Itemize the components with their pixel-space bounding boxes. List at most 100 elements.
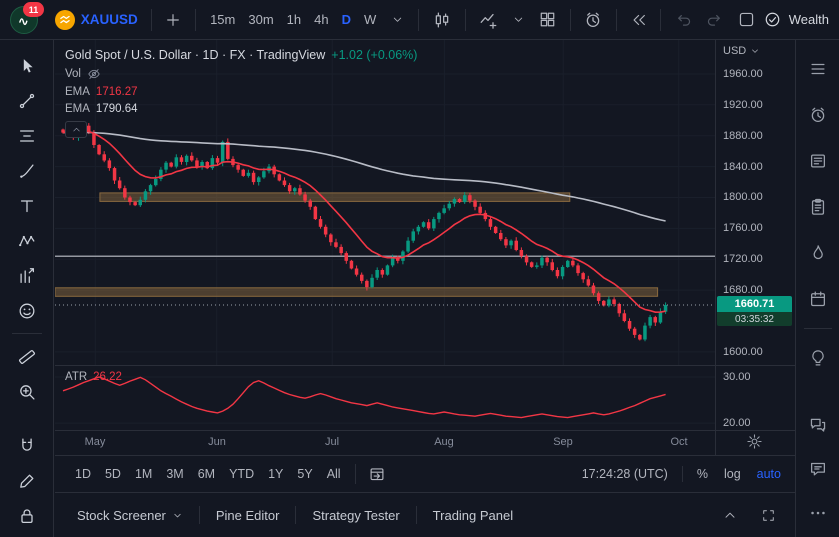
- zoom-icon: [17, 382, 37, 402]
- month-label: May: [85, 436, 106, 448]
- panel-collapse-button[interactable]: [717, 501, 743, 529]
- legend-collapse-button[interactable]: [65, 121, 87, 138]
- clock[interactable]: 17:24:28 (UTC): [582, 467, 668, 481]
- calendar-tool-button[interactable]: [800, 276, 836, 322]
- calendar-icon: [808, 289, 828, 309]
- emoji-icon: [17, 301, 37, 321]
- tab-label: Stock Screener: [77, 508, 166, 523]
- price-change: +1.02 (+0.06%): [331, 48, 417, 62]
- magnet-tool-button[interactable]: [9, 428, 45, 463]
- price-tick: 1600.00: [723, 346, 763, 358]
- broker-logo[interactable]: 11: [10, 6, 38, 33]
- watchlist-tool-button[interactable]: [800, 46, 836, 92]
- pattern-tool-button[interactable]: [9, 223, 45, 258]
- symbol-title[interactable]: Gold Spot / U.S. Dollar · 1D · FX · Trad…: [65, 48, 325, 62]
- brush-tool-button[interactable]: [9, 153, 45, 188]
- zoom-tool-button[interactable]: [9, 374, 45, 409]
- hotlists-tool-button[interactable]: [800, 230, 836, 276]
- scale-mode-auto[interactable]: auto: [757, 467, 781, 481]
- news-tool-button[interactable]: [800, 138, 836, 184]
- alerts-tool-button[interactable]: [800, 92, 836, 138]
- range-5y[interactable]: 5Y: [291, 464, 318, 484]
- symbol-button[interactable]: XAUUSD: [50, 6, 143, 34]
- undo-button[interactable]: [669, 6, 697, 34]
- layout-button[interactable]: [732, 6, 760, 34]
- alerts-icon: [808, 105, 828, 125]
- tab-pine-editor[interactable]: Pine Editor: [200, 493, 296, 537]
- grid-layout-button[interactable]: [533, 6, 561, 34]
- wealth-button[interactable]: Wealth: [763, 10, 829, 29]
- wealth-icon: [763, 10, 782, 29]
- chart-type-button[interactable]: [427, 6, 456, 34]
- more-tool-button[interactable]: [800, 491, 836, 535]
- ideas-tool-button[interactable]: [800, 335, 836, 381]
- timeframe-15m[interactable]: 15m: [204, 6, 241, 34]
- panel-maximize-button[interactable]: [755, 501, 781, 529]
- timeframe-w[interactable]: W: [358, 6, 382, 34]
- time-axis[interactable]: MayJunJulAugSepOct: [55, 430, 715, 456]
- range-3m[interactable]: 3M: [160, 464, 189, 484]
- range-1m[interactable]: 1M: [129, 464, 158, 484]
- tab-stock-screener[interactable]: Stock Screener: [61, 493, 199, 537]
- range-ytd[interactable]: YTD: [223, 464, 260, 484]
- add-symbol-button[interactable]: [160, 6, 187, 34]
- bar-replay-button[interactable]: [625, 6, 652, 34]
- chat-tool-button[interactable]: [800, 447, 836, 491]
- redo-button[interactable]: [700, 6, 728, 34]
- text-tool-button[interactable]: [9, 188, 45, 223]
- ruler-tool-button[interactable]: [9, 339, 45, 374]
- scale-mode-percent[interactable]: %: [697, 467, 708, 481]
- edit-icon: [17, 471, 37, 491]
- atr-pane[interactable]: [55, 365, 715, 433]
- data-window-tool-button[interactable]: [800, 184, 836, 230]
- emoji-tool-button[interactable]: [9, 293, 45, 328]
- timeframe-30m[interactable]: 30m: [242, 6, 279, 34]
- price-scale[interactable]: USD 1960.001920.001880.001840.001800.001…: [715, 40, 795, 455]
- fib-retracement-tool-button[interactable]: [9, 118, 45, 153]
- range-1y[interactable]: 1Y: [262, 464, 289, 484]
- drawing-toolbar: [0, 40, 54, 537]
- indicators-button[interactable]: [474, 6, 503, 34]
- lock-tool-button[interactable]: [9, 498, 45, 533]
- tab-strategy-tester[interactable]: Strategy Tester: [296, 493, 415, 537]
- atr-legend[interactable]: ATR 26.22: [65, 371, 122, 383]
- chart-legend: Gold Spot / U.S. Dollar · 1D · FX · Trad…: [65, 48, 417, 138]
- ema-fast-row[interactable]: EMA 1716.27: [65, 86, 417, 98]
- pattern-icon: [17, 231, 37, 251]
- symbol-logo-icon: [55, 10, 75, 30]
- trend-line-tool-button[interactable]: [9, 83, 45, 118]
- ema-fast-label: EMA: [65, 86, 90, 98]
- brush-icon: [17, 161, 37, 181]
- edit-tool-button[interactable]: [9, 463, 45, 498]
- tab-trading-panel[interactable]: Trading Panel: [417, 493, 529, 537]
- go-to-date-button[interactable]: [355, 464, 391, 484]
- range-6m[interactable]: 6M: [192, 464, 221, 484]
- cursor-tool-button[interactable]: [9, 48, 45, 83]
- wealth-label: Wealth: [789, 12, 829, 27]
- tradingview-app: 11 XAUUSD 15m30m1h4hDW Wealth: [0, 0, 839, 537]
- notification-badge: 11: [23, 2, 44, 17]
- create-alert-button[interactable]: [579, 6, 608, 34]
- timeframe-d[interactable]: D: [336, 6, 357, 34]
- scale-mode-log[interactable]: log: [724, 467, 741, 481]
- ruler-icon: [17, 347, 37, 367]
- settings-gear-button[interactable]: [746, 433, 763, 450]
- ema-slow-row[interactable]: EMA 1790.64: [65, 103, 417, 115]
- range-5d[interactable]: 5D: [99, 464, 127, 484]
- range-all[interactable]: All: [321, 464, 347, 484]
- forecast-tool-button[interactable]: [9, 258, 45, 293]
- price-tick: 1920.00: [723, 99, 763, 111]
- divider: [151, 9, 152, 31]
- timeframe-1h[interactable]: 1h: [281, 6, 307, 34]
- replay-icon: [630, 11, 648, 29]
- chats-tool-button[interactable]: [800, 403, 836, 447]
- indicator-templates-button[interactable]: [505, 6, 531, 34]
- pane-separator[interactable]: [55, 365, 795, 366]
- timeframe-4h[interactable]: 4h: [308, 6, 334, 34]
- atr-label: ATR: [65, 371, 87, 383]
- timeframe-dropdown-button[interactable]: [384, 6, 410, 34]
- price-scale-currency[interactable]: USD: [723, 45, 760, 57]
- redo-icon: [705, 10, 724, 29]
- range-1d[interactable]: 1D: [69, 464, 97, 484]
- hotlists-icon: [808, 243, 828, 263]
